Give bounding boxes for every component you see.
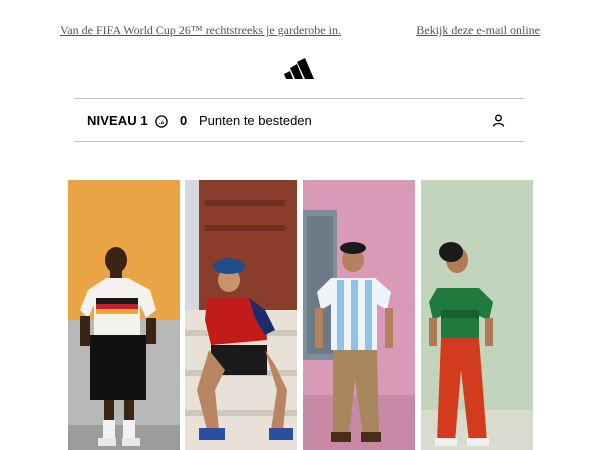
points-label: Punten te besteden <box>199 113 312 128</box>
coin-icon <box>155 115 168 128</box>
photo-argentina-jersey[interactable] <box>303 180 415 450</box>
view-online-link[interactable]: Bekijk deze e-mail online <box>416 23 540 38</box>
photo-mexico-jersey[interactable] <box>421 180 533 450</box>
hero-photo-grid[interactable] <box>68 180 533 450</box>
points-value: 0 <box>180 113 188 128</box>
preheader-promo-link[interactable]: Van de FIFA World Cup 26™ rechtstreeks j… <box>60 23 341 38</box>
user-icon[interactable] <box>492 114 505 127</box>
photo-germany-jersey[interactable] <box>68 180 180 450</box>
loyalty-bar: NIVEAU 1 0 Punten te besteden <box>74 98 525 142</box>
preheader: Van de FIFA World Cup 26™ rechtstreeks j… <box>60 23 540 39</box>
level-label: NIVEAU 1 <box>87 113 148 128</box>
photo-spain-jersey[interactable] <box>185 180 297 450</box>
adidas-logo-icon[interactable] <box>284 58 316 80</box>
